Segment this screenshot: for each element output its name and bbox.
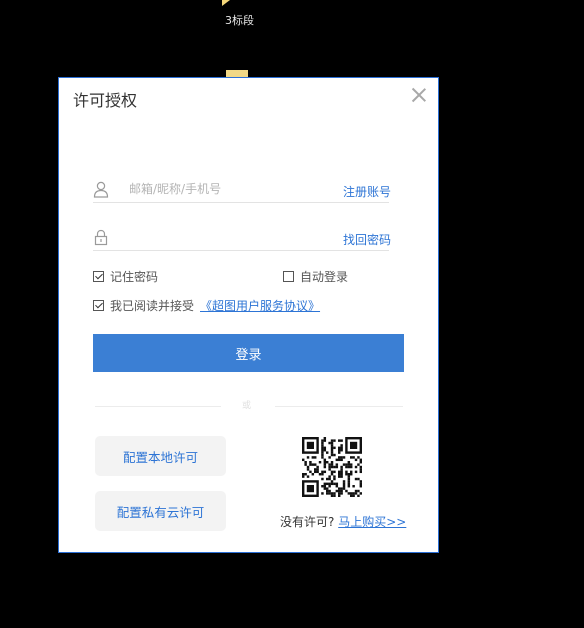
agreement-checkbox[interactable] — [93, 300, 104, 311]
background-label: 3标段 — [225, 14, 254, 27]
divider-left — [95, 406, 221, 407]
configure-private-cloud-license-button[interactable]: 配置私有云许可 — [95, 491, 226, 531]
remember-password-checkbox[interactable] — [93, 271, 104, 282]
password-input[interactable] — [129, 226, 329, 248]
qr-code-icon — [302, 437, 362, 497]
no-license-row: 没有许可? 马上购买>> — [280, 513, 406, 530]
agreement-label: 我已阅读并接受 — [110, 299, 195, 313]
window-marker — [222, 0, 230, 6]
divider-right — [275, 406, 403, 407]
auto-login-label: 自动登录 — [300, 270, 349, 284]
no-license-text: 没有许可? — [280, 515, 335, 529]
auto-login-option[interactable]: 自动登录 — [283, 268, 348, 285]
username-field: 注册账号 — [93, 178, 391, 203]
forgot-password-link[interactable]: 找回密码 — [343, 231, 391, 248]
buy-now-link[interactable]: 马上购买>> — [338, 515, 406, 529]
remember-password-label: 记住密码 — [110, 270, 159, 284]
login-button[interactable]: 登录 — [93, 334, 404, 372]
close-icon[interactable] — [410, 86, 428, 104]
agreement-option[interactable]: 我已阅读并接受 《超图用户服务协议》 — [93, 297, 320, 314]
user-icon — [93, 181, 109, 198]
configure-local-license-button[interactable]: 配置本地许可 — [95, 436, 226, 476]
license-dialog: 许可授权 注册账号 找回密码 记住密码 自动登录 我已阅读并接受 《超图用户服务… — [58, 77, 439, 553]
lock-icon — [94, 229, 108, 246]
agreement-link[interactable]: 《超图用户服务协议》 — [200, 297, 320, 314]
dialog-title: 许可授权 — [73, 91, 138, 110]
password-field: 找回密码 — [93, 226, 391, 251]
remember-password-option[interactable]: 记住密码 — [93, 268, 158, 285]
username-input[interactable] — [129, 178, 329, 200]
auto-login-checkbox[interactable] — [283, 271, 294, 282]
register-link[interactable]: 注册账号 — [343, 183, 391, 200]
divider-text: 或 — [242, 401, 252, 411]
